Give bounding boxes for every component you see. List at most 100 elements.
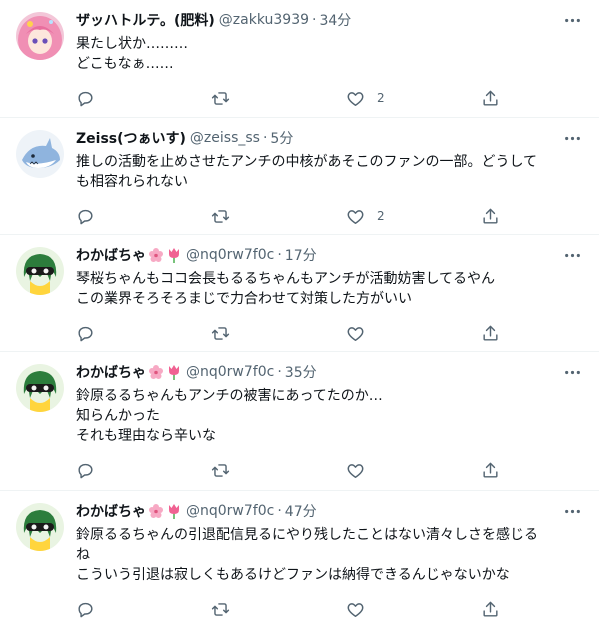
separator-dot: · (262, 130, 268, 146)
tweet-time[interactable]: 34分 (319, 10, 351, 30)
author-handle[interactable]: @zeiss_ss (190, 130, 260, 146)
like-button[interactable] (346, 600, 481, 619)
reply-icon (78, 91, 93, 106)
reply-icon (78, 209, 93, 224)
retweet-button[interactable] (211, 324, 346, 343)
like-button[interactable]: 2 (346, 207, 481, 226)
share-button[interactable] (481, 461, 501, 480)
share-icon (483, 208, 498, 224)
tweet-time[interactable]: 35分 (285, 362, 317, 382)
retweet-button[interactable] (211, 207, 346, 226)
more-options-button[interactable] (561, 362, 583, 382)
tweet-actions (76, 591, 506, 627)
heart-icon (347, 463, 364, 478)
heart-icon (347, 326, 364, 341)
heart-icon (347, 602, 364, 617)
reply-button[interactable] (76, 461, 211, 480)
more-options-button[interactable] (561, 501, 583, 521)
retweet-icon (211, 463, 230, 477)
more-icon (564, 253, 580, 257)
avatar-shark-icon (16, 130, 64, 178)
author-handle[interactable]: @zakku3939 (219, 12, 309, 28)
tweet-time[interactable]: 47分 (285, 501, 317, 521)
retweet-button[interactable] (211, 600, 346, 619)
avatar-anime-girl-icon (16, 12, 64, 60)
author-handle[interactable]: @nq0rw7f0c (186, 364, 274, 380)
tweet-line: 鈴原るるちゃんもアンチの被害にあってたのか… (76, 388, 383, 404)
tweet-text: 琴桜ちゃんもココ会長もるるちゃんもアンチが活動妨害してるやん この業界そろそろま… (76, 269, 583, 309)
more-icon (564, 509, 580, 513)
tweet-line: 果たし状か……… (76, 36, 188, 52)
more-icon (564, 370, 580, 374)
share-icon (483, 462, 498, 478)
more-options-button[interactable] (561, 128, 583, 148)
heart-icon (347, 209, 364, 224)
author-name[interactable]: わかばちゃ (76, 501, 146, 521)
separator-dot: · (277, 247, 282, 263)
reply-icon (78, 326, 93, 341)
tweet-line: こういう引退は寂しくもあるけどファンは納得できるんじゃないかな (76, 567, 510, 583)
tweet-line: 琴桜ちゃんもココ会長もるるちゃんもアンチが活動妨害してるやん (76, 271, 496, 287)
share-button[interactable] (481, 89, 501, 108)
tweet-line: も相容れられない (76, 174, 188, 190)
tweet-time[interactable]: 17分 (285, 245, 317, 265)
tweet-line: この業界そろそろまじで力合わせて対策した方がいい (76, 291, 412, 307)
reply-button[interactable] (76, 207, 211, 226)
tweet-text: 鈴原るるちゃんもアンチの被害にあってたのか… 知らんかった それも理由なら辛いな (76, 386, 583, 446)
share-button[interactable] (481, 324, 501, 343)
more-options-button[interactable] (561, 245, 583, 265)
like-button[interactable]: 2 (346, 89, 481, 108)
author-name[interactable]: わかばちゃ (76, 362, 146, 382)
share-icon (483, 601, 498, 617)
tweet-line: 推しの活動を止めさせたアンチの中核があそこのファンの一部。どうして (76, 154, 538, 170)
tweet-actions: 2 (76, 198, 506, 234)
retweet-button[interactable] (211, 89, 346, 108)
reply-button[interactable] (76, 600, 211, 619)
more-options-button[interactable] (561, 10, 583, 30)
more-icon (564, 18, 580, 22)
author-handle[interactable]: @nq0rw7f0c (186, 503, 274, 519)
avatar-squid-kid-icon (16, 247, 64, 295)
author-name[interactable]: Zeiss(つぁいす) (76, 128, 186, 148)
author-name[interactable]: ザッハトルテ。(肥料) (76, 10, 215, 30)
avatar[interactable] (16, 130, 64, 178)
tulip-icon (169, 365, 179, 380)
like-button[interactable] (346, 461, 481, 480)
tweet-line: ね (76, 547, 90, 563)
retweet-button[interactable] (211, 461, 346, 480)
tweet[interactable]: ザッハトルテ。(肥料) @zakku3939 · 34分 果たし状か……… どこ… (0, 0, 599, 118)
tweet-text: 推しの活動を止めさせたアンチの中核があそこのファンの一部。どうして も相容れられ… (76, 152, 583, 192)
share-button[interactable] (481, 207, 501, 226)
share-icon (483, 90, 498, 106)
heart-icon (347, 91, 364, 106)
tweet-line: 鈴原るるちゃんの引退配信見るにやり残したことはない清々しさを感じる (76, 527, 538, 543)
tweet[interactable]: わかばちゃ @nq0rw7f0c · 47分 鈴原るるちゃんの引退配信見るにやり… (0, 491, 599, 637)
tweet[interactable]: わかばちゃ @nq0rw7f0c · 17分 琴桜ちゃんもココ会長もるるちゃんも… (0, 235, 599, 352)
avatar-squid-kid-icon (16, 364, 64, 412)
cherry-blossom-icon (149, 504, 163, 518)
avatar[interactable] (16, 503, 64, 551)
retweet-icon (211, 326, 230, 340)
tweet-actions: 2 (76, 80, 506, 116)
avatar[interactable] (16, 12, 64, 60)
reply-button[interactable] (76, 324, 211, 343)
like-count: 2 (377, 209, 385, 223)
separator-dot: · (277, 364, 282, 380)
share-button[interactable] (481, 600, 501, 619)
tweet-line: それも理由なら辛いな (76, 428, 216, 444)
separator-dot: · (312, 12, 317, 28)
tweet-line: 知らんかった (76, 408, 160, 424)
reply-button[interactable] (76, 89, 211, 108)
avatar[interactable] (16, 364, 64, 412)
retweet-icon (211, 91, 230, 105)
tweet-time[interactable]: 5分 (270, 128, 293, 148)
author-name[interactable]: わかばちゃ (76, 245, 146, 265)
like-button[interactable] (346, 324, 481, 343)
author-handle[interactable]: @nq0rw7f0c (186, 247, 274, 263)
tweet[interactable]: わかばちゃ @nq0rw7f0c · 35分 鈴原るるちゃんもアンチの被害にあっ… (0, 352, 599, 491)
avatar[interactable] (16, 247, 64, 295)
tulip-icon (169, 248, 179, 263)
tweet-actions (76, 315, 506, 351)
tweet[interactable]: Zeiss(つぁいす) @zeiss_ss · 5分 推しの活動を止めさせたアン… (0, 118, 599, 235)
tulip-icon (169, 504, 179, 519)
